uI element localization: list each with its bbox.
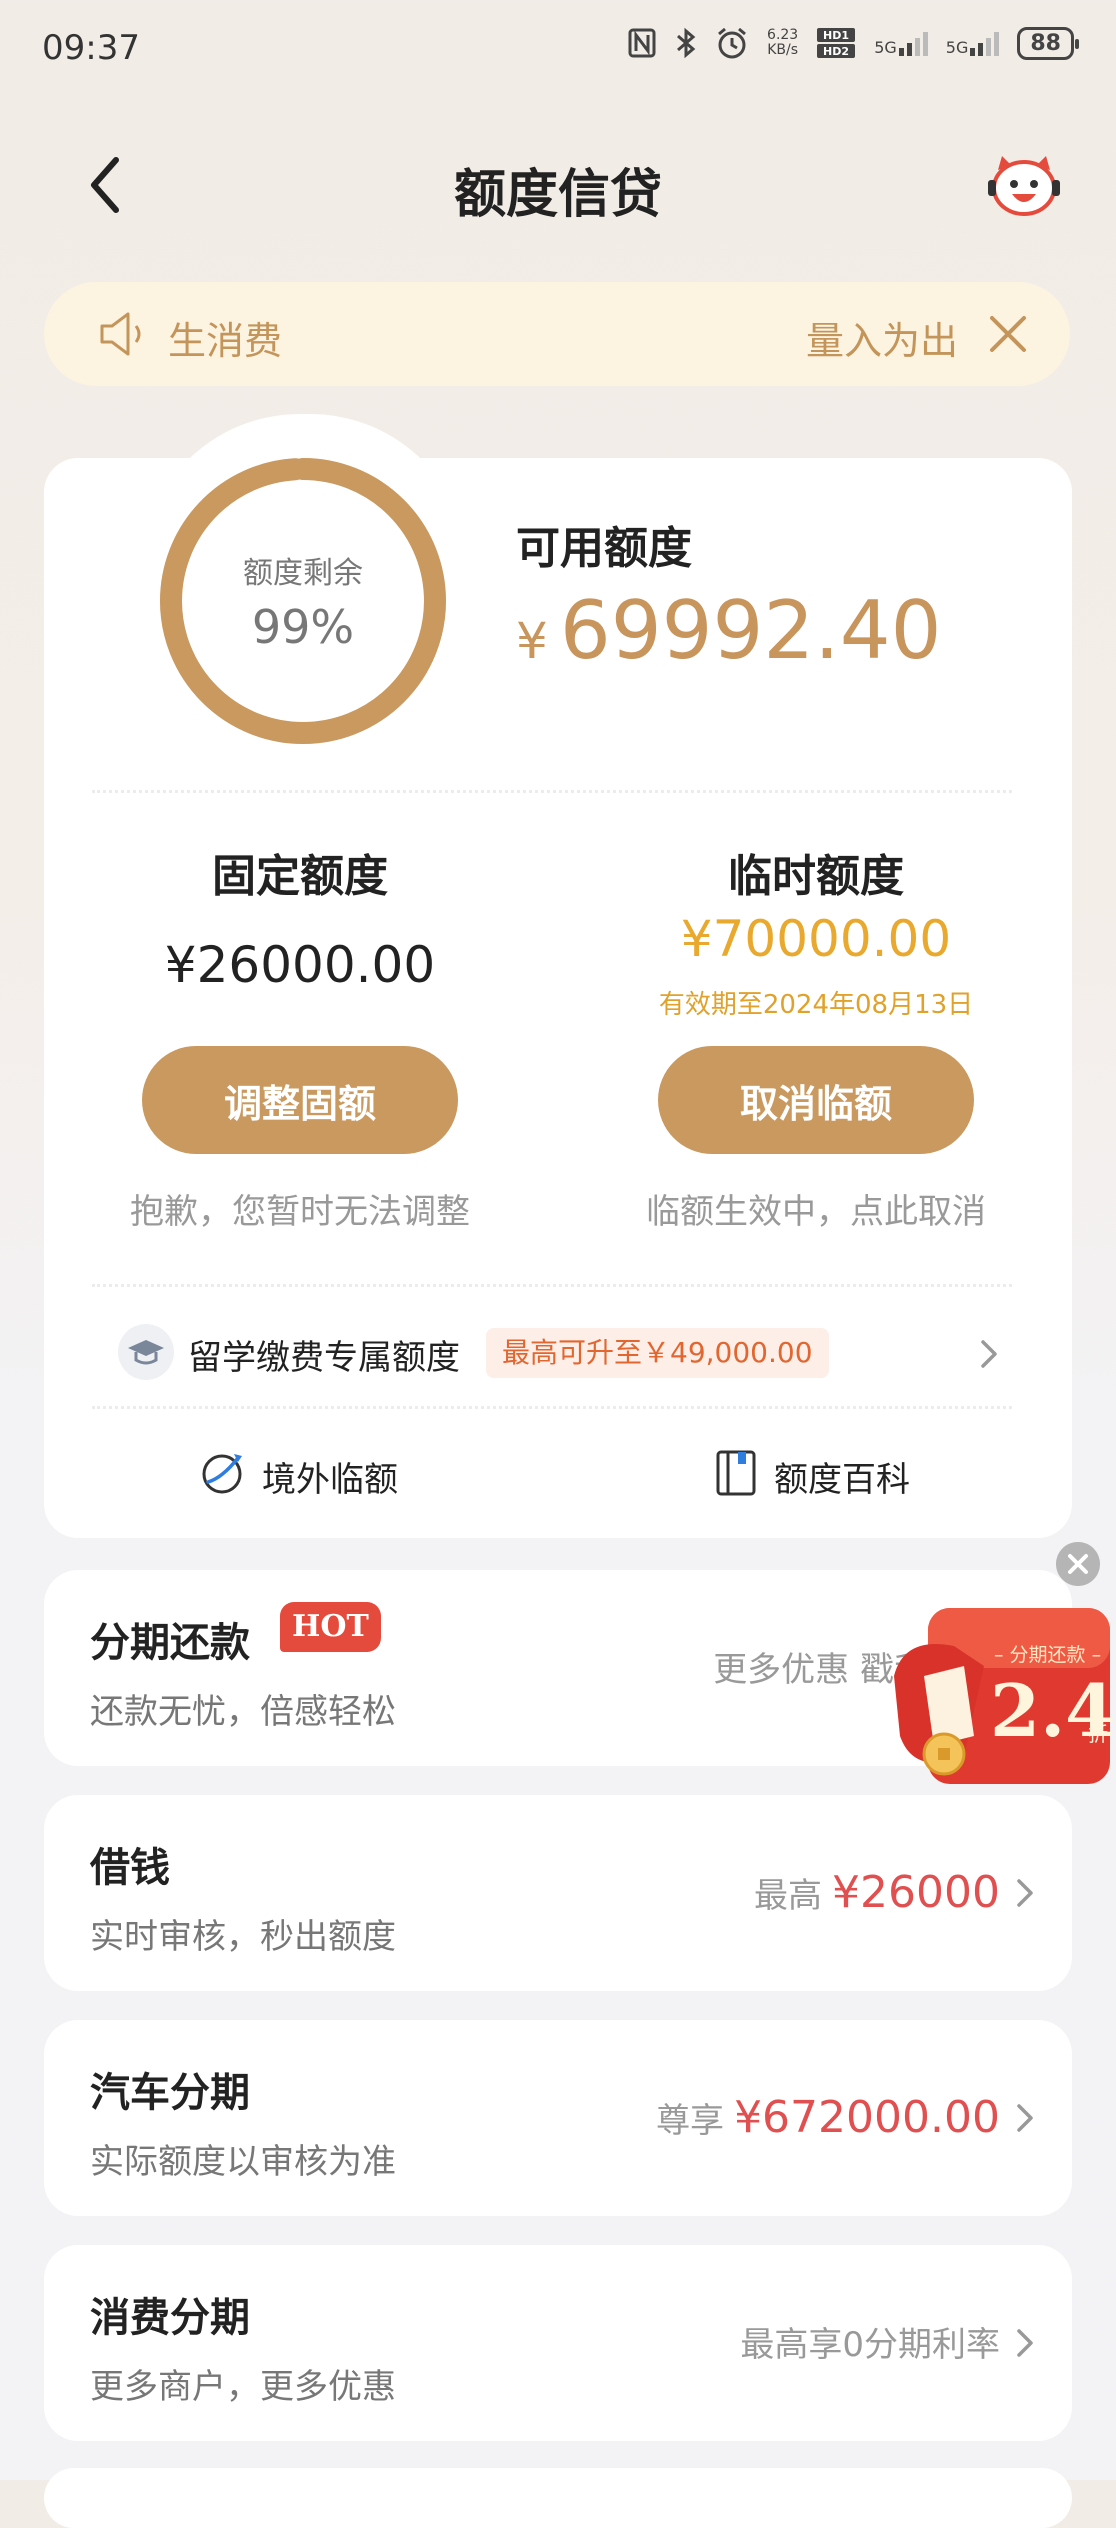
list-item-right-text: 最高享0分期利率 [740, 2325, 1000, 2365]
list-item-subtitle: 还款无忧，倍感轻松 [90, 1692, 396, 1732]
divider [92, 1284, 1012, 1287]
notice-text: 生消费 [168, 319, 283, 363]
signal-2-label: 5G [945, 38, 969, 57]
ring-percent: 99% [251, 600, 355, 654]
ring-label: 额度剩余 [243, 556, 363, 591]
right-amount: ¥26000 [832, 1867, 1000, 1918]
credit-wiki-link[interactable]: 额度百科 [774, 1452, 910, 1501]
mascot-service-icon[interactable] [984, 150, 1064, 220]
fixed-credit-amount: ¥26000.00 [164, 936, 436, 994]
right-prefix: 尊享 [656, 2101, 725, 2141]
available-amount: ¥69992.40 [516, 584, 942, 677]
speaker-icon [100, 312, 141, 356]
chevron-right-icon [1017, 2104, 1033, 2132]
close-icon[interactable] [982, 308, 1034, 360]
divider [92, 790, 1012, 793]
signal-1-label: 5G [874, 38, 897, 57]
net-speed: 6.23 KB/s [767, 27, 799, 58]
close-icon[interactable] [1056, 1542, 1100, 1586]
right-amount: ¥672000.00 [734, 2092, 1000, 2143]
adjust-fixed-button[interactable]: 调整固额 [142, 1046, 458, 1154]
signal-bars-icon [898, 30, 928, 56]
svg-text:HD1: HD1 [823, 29, 849, 42]
page-title: 额度信贷 [453, 165, 662, 225]
book-icon [716, 1450, 756, 1496]
temp-credit-validity: 有效期至2024年08月13日 [658, 990, 974, 1020]
nfc-icon [628, 28, 656, 58]
list-item-subtitle: 实时审核，秒出额度 [90, 1917, 396, 1957]
temp-credit-title: 临时额度 [728, 851, 904, 902]
list-item-borrow[interactable]: 借钱 实时审核，秒出额度 最高 ¥26000 [44, 1795, 1072, 1991]
list-item-title: 汽车分期 [90, 2070, 250, 2116]
temp-credit-amount: ¥70000.00 [680, 910, 952, 968]
list-item-right: 尊享 ¥672000.00 [656, 2092, 1000, 2143]
notice-bar[interactable]: 生消费 量入为出 [44, 282, 1070, 386]
list-item-consumer-installment[interactable]: 消费分期 更多商户，更多优惠 最高享0分期利率 [44, 2245, 1072, 2441]
svg-text:HD2: HD2 [823, 45, 849, 58]
globe-plane-icon [202, 1454, 242, 1494]
right-prefix: 最高 [754, 1876, 823, 1916]
available-value: 69992.40 [559, 584, 942, 677]
temp-hint[interactable]: 临额生效中，点此取消 [606, 1184, 1026, 1233]
list-item-car-installment[interactable]: 汽车分期 实际额度以审核为准 尊享 ¥672000.00 [44, 2020, 1072, 2216]
chevron-right-icon [1017, 1879, 1033, 1907]
available-label: 可用额度 [516, 523, 692, 574]
currency-symbol: ¥ [516, 612, 548, 670]
signal-2: 5G [946, 30, 1000, 56]
hd-icon: HD1HD2 [817, 28, 856, 58]
status-icons: 6.23 KB/s HD1 HD2 5G 5G 88 [627, 26, 1079, 60]
list-item-subtitle: 更多商户，更多优惠 [90, 2367, 396, 2407]
list-item-partial [44, 2468, 1072, 2528]
fixed-hint: 抱歉，您暂时无法调整 [130, 1192, 470, 1232]
list-item-title: 分期还款 [90, 1620, 250, 1666]
study-credit-tag: 最高可升至￥49,000.00 [486, 1328, 829, 1378]
signal-bars-icon [970, 30, 1000, 56]
list-item-subtitle: 实际额度以审核为准 [90, 2142, 396, 2182]
graduation-cap-icon [118, 1324, 174, 1380]
status-time: 09:37 [42, 28, 140, 68]
study-credit-label[interactable]: 留学缴费专属额度 [188, 1330, 460, 1379]
list-item-title: 消费分期 [90, 2295, 250, 2341]
alarm-icon [718, 27, 747, 59]
fixed-credit-title: 固定额度 [212, 851, 388, 902]
promo-label: – 分期还款 – [994, 1644, 1102, 1666]
hot-badge: HOT [280, 1602, 381, 1652]
cancel-temp-button[interactable]: 取消临额 [658, 1046, 974, 1154]
overseas-temp-link[interactable]: 境外临额 [262, 1452, 398, 1501]
divider [92, 1406, 1012, 1409]
notice-right-text: 量入为出 [805, 319, 958, 363]
list-item-title: 借钱 [90, 1845, 170, 1891]
bluetooth-icon [677, 27, 696, 59]
chevron-right-icon[interactable] [978, 1336, 1000, 1372]
chevron-right-icon [1017, 2329, 1033, 2357]
signal-1: 5G [874, 30, 928, 56]
promo-unit: 折 [1088, 1722, 1108, 1746]
list-item-right: 最高 ¥26000 [754, 1867, 1000, 1918]
battery-icon: 88 [1017, 26, 1079, 60]
